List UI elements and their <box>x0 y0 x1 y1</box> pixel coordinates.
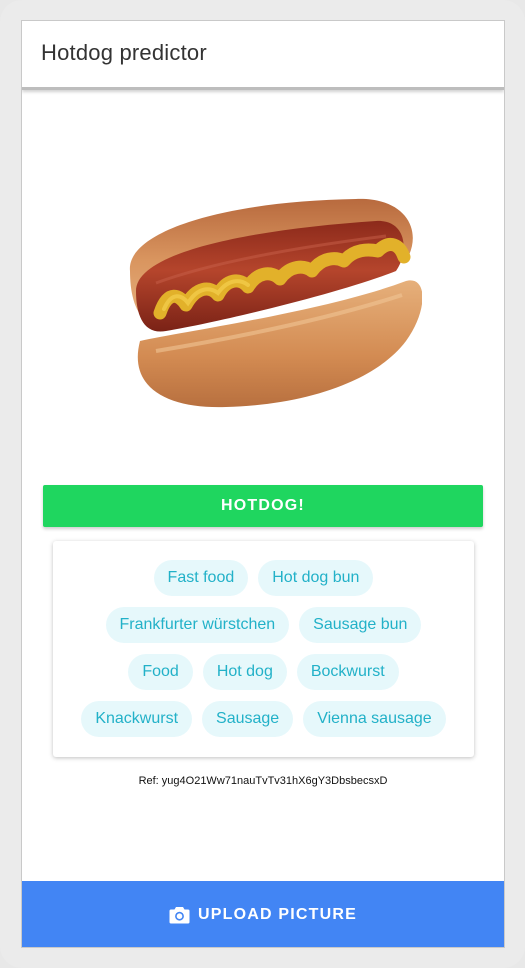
tag-chip[interactable]: Sausage <box>202 701 294 737</box>
camera-icon <box>169 906 190 924</box>
tag-chip[interactable]: Knackwurst <box>81 701 193 737</box>
upload-picture-label: UPLOAD PICTURE <box>197 906 358 923</box>
tag-chip[interactable]: Food <box>128 654 193 690</box>
tag-chip[interactable]: Sausage bun <box>299 607 422 643</box>
prediction-result-bar: HOTDOG! <box>43 485 483 527</box>
tag-row: Knackwurst Sausage Vienna sausage <box>53 701 474 737</box>
tag-chip[interactable]: Hot dog bun <box>258 560 374 596</box>
tag-row: Fast food Hot dog bun <box>53 560 474 596</box>
tag-row: Food Hot dog Bockwurst <box>53 654 474 690</box>
hotdog-photo <box>129 198 422 408</box>
tag-chip[interactable]: Fast food <box>153 560 249 596</box>
tag-chip[interactable]: Bockwurst <box>296 654 399 690</box>
app-bar: Hotdog predictor <box>22 21 504 90</box>
app-screen: Hotdog predictor HOTDOG! Fast food Hot d… <box>21 20 505 948</box>
tag-chip[interactable]: Hot dog <box>202 654 287 690</box>
tag-chip[interactable]: Vienna sausage <box>303 701 446 737</box>
app-title: Hotdog predictor <box>41 40 207 65</box>
device-frame: Hotdog predictor HOTDOG! Fast food Hot d… <box>0 0 525 968</box>
reference-id: Ref: yug4O21Ww71nauTvTv31hX6gY3DbsbecsxD <box>138 775 388 787</box>
tag-row: Frankfurter würstchen Sausage bun <box>53 607 474 643</box>
tag-chip[interactable]: Frankfurter würstchen <box>105 607 290 643</box>
tags-card: Fast food Hot dog bun Frankfurter würstc… <box>53 541 474 757</box>
upload-picture-button[interactable]: UPLOAD PICTURE <box>22 881 504 947</box>
